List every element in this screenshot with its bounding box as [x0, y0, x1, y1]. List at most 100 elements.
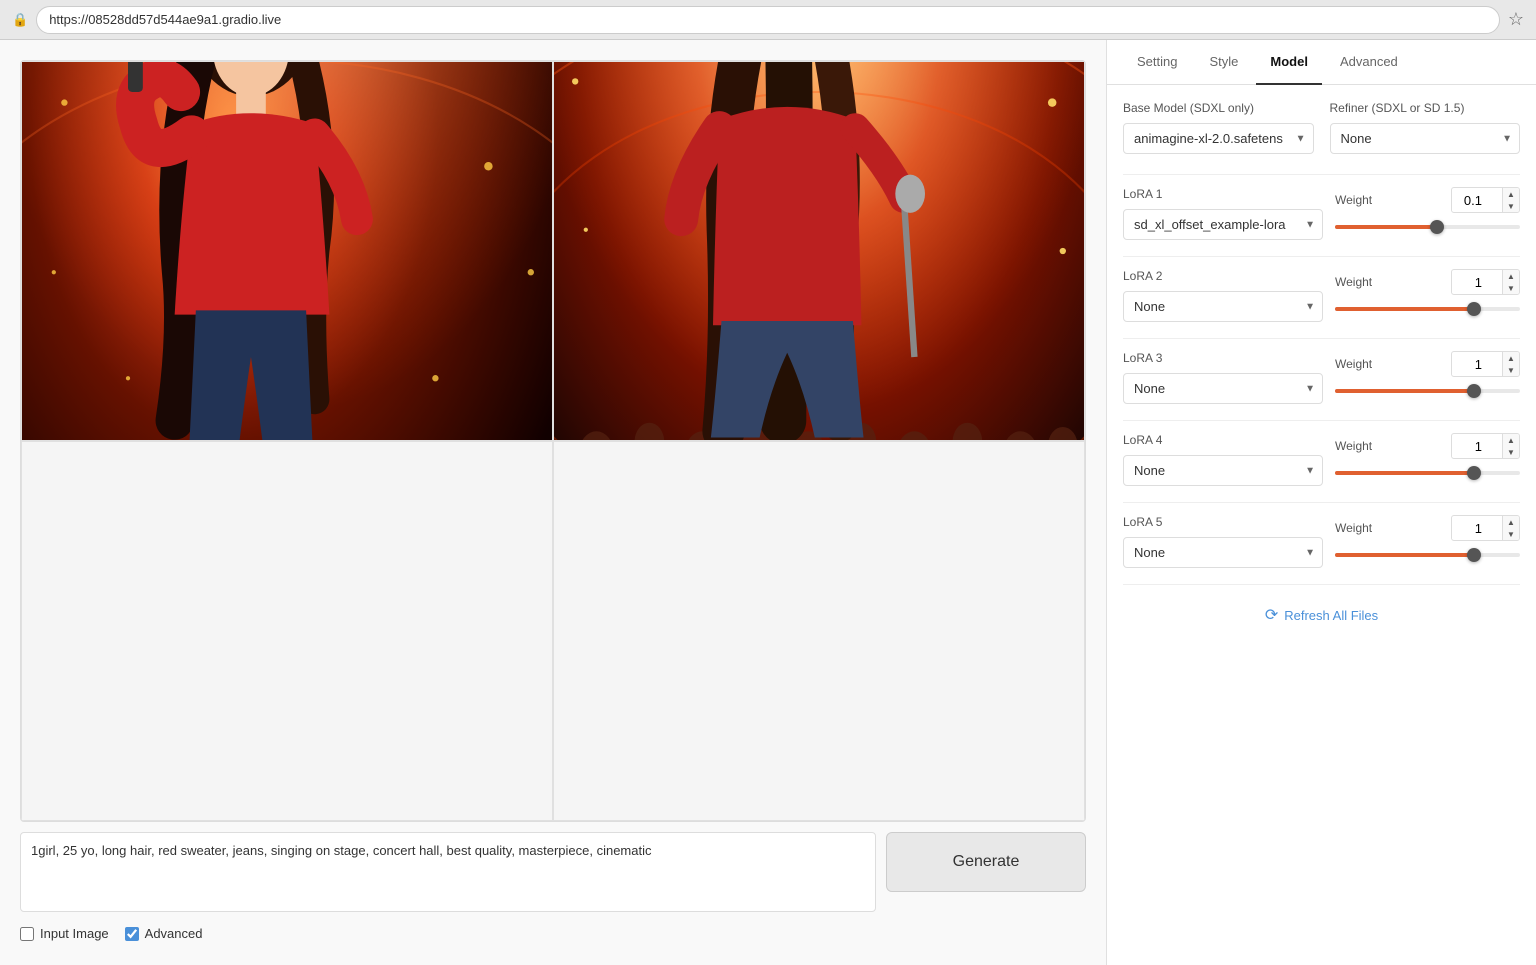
- base-model-section: Base Model (SDXL only) animagine-xl-2.0.…: [1123, 101, 1314, 154]
- slider-fill-5: [1335, 553, 1474, 557]
- weight-down-3[interactable]: ▼: [1503, 364, 1519, 376]
- weight-input-wrapper-5[interactable]: ▲ ▼: [1451, 515, 1520, 541]
- model-refiner-row: Base Model (SDXL only) animagine-xl-2.0.…: [1123, 101, 1520, 154]
- lora-4-select[interactable]: None: [1123, 455, 1323, 486]
- divider-bottom: [1123, 584, 1520, 585]
- image-cell-3: [21, 441, 553, 821]
- lora-left-1: LoRA 1 sd_xl_offset_example-lora: [1123, 187, 1323, 240]
- lora-2-select[interactable]: None: [1123, 291, 1323, 322]
- lock-icon: 🔒: [12, 12, 28, 28]
- lora-divider-4: [1123, 502, 1520, 503]
- lora-3-select-wrapper[interactable]: None: [1123, 373, 1323, 404]
- tab-model[interactable]: Model: [1256, 40, 1322, 85]
- image-cell-2: [553, 61, 1085, 441]
- weight-spinners-2: ▲ ▼: [1502, 270, 1519, 294]
- slider-container-3[interactable]: [1335, 383, 1520, 399]
- weight-label-5: Weight: [1335, 521, 1372, 535]
- refiner-select[interactable]: None: [1330, 123, 1521, 154]
- lora-right-5: Weight ▲ ▼: [1335, 515, 1520, 563]
- advanced-checkbox[interactable]: [125, 927, 139, 941]
- image-grid: [20, 60, 1086, 822]
- weight-down-2[interactable]: ▼: [1503, 282, 1519, 294]
- lora-4-select-wrapper[interactable]: None: [1123, 455, 1323, 486]
- weight-down-5[interactable]: ▼: [1503, 528, 1519, 540]
- lora-container: LoRA 1 sd_xl_offset_example-lora Weight …: [1123, 187, 1520, 568]
- weight-spinners-4: ▲ ▼: [1502, 434, 1519, 458]
- base-model-select-wrapper[interactable]: animagine-xl-2.0.safetens: [1123, 123, 1314, 154]
- lora-left-4: LoRA 4 None: [1123, 433, 1323, 486]
- tab-advanced[interactable]: Advanced: [1326, 40, 1412, 85]
- lora-4-label: LoRA 4: [1123, 433, 1323, 447]
- bookmark-icon[interactable]: ☆: [1508, 9, 1524, 30]
- weight-input-wrapper-2[interactable]: ▲ ▼: [1451, 269, 1520, 295]
- left-panel: Generate Input Image Advanced: [0, 40, 1106, 965]
- slider-thumb-2[interactable]: [1467, 302, 1481, 316]
- lora-divider-3: [1123, 420, 1520, 421]
- refiner-label: Refiner (SDXL or SD 1.5): [1330, 101, 1521, 115]
- weight-up-3[interactable]: ▲: [1503, 352, 1519, 364]
- prompt-input[interactable]: [21, 833, 875, 911]
- weight-up-1[interactable]: ▲: [1503, 188, 1519, 200]
- tabs-bar: Setting Style Model Advanced: [1107, 40, 1536, 85]
- slider-track-3: [1335, 389, 1520, 393]
- refresh-icon: ⟳: [1265, 605, 1278, 625]
- url-text: https://08528dd57d544ae9a1.gradio.live: [49, 12, 281, 27]
- slider-container-1[interactable]: [1335, 219, 1520, 235]
- generate-button[interactable]: Generate: [886, 832, 1086, 892]
- weight-input-1[interactable]: [1452, 190, 1502, 211]
- browser-bar: 🔒 https://08528dd57d544ae9a1.gradio.live…: [0, 0, 1536, 40]
- slider-track-5: [1335, 553, 1520, 557]
- slider-container-4[interactable]: [1335, 465, 1520, 481]
- refiner-section: Refiner (SDXL or SD 1.5) None: [1330, 101, 1521, 154]
- lora-5-select-wrapper[interactable]: None: [1123, 537, 1323, 568]
- lora-5-select[interactable]: None: [1123, 537, 1323, 568]
- weight-input-4[interactable]: [1452, 436, 1502, 457]
- weight-input-wrapper-4[interactable]: ▲ ▼: [1451, 433, 1520, 459]
- advanced-checkbox-label[interactable]: Advanced: [125, 926, 203, 941]
- weight-label-2: Weight: [1335, 275, 1372, 289]
- lora-1-select[interactable]: sd_xl_offset_example-lora: [1123, 209, 1323, 240]
- lora-2-select-wrapper[interactable]: None: [1123, 291, 1323, 322]
- lora-5-label: LoRA 5: [1123, 515, 1323, 529]
- lora-left-5: LoRA 5 None: [1123, 515, 1323, 568]
- panel-content: Base Model (SDXL only) animagine-xl-2.0.…: [1107, 85, 1536, 965]
- slider-thumb-3[interactable]: [1467, 384, 1481, 398]
- slider-thumb-4[interactable]: [1467, 466, 1481, 480]
- weight-down-1[interactable]: ▼: [1503, 200, 1519, 212]
- image-cell-4: [553, 441, 1085, 821]
- input-image-checkbox-label[interactable]: Input Image: [20, 926, 109, 941]
- weight-input-wrapper-3[interactable]: ▲ ▼: [1451, 351, 1520, 377]
- lora-3-select[interactable]: None: [1123, 373, 1323, 404]
- refresh-button[interactable]: ⟳ Refresh All Files: [1123, 597, 1520, 633]
- weight-input-3[interactable]: [1452, 354, 1502, 375]
- slider-container-2[interactable]: [1335, 301, 1520, 317]
- tab-style[interactable]: Style: [1195, 40, 1252, 85]
- weight-down-4[interactable]: ▼: [1503, 446, 1519, 458]
- weight-up-4[interactable]: ▲: [1503, 434, 1519, 446]
- slider-thumb-1[interactable]: [1430, 220, 1444, 234]
- lora-1-select-wrapper[interactable]: sd_xl_offset_example-lora: [1123, 209, 1323, 240]
- weight-row-4: Weight ▲ ▼: [1335, 433, 1520, 459]
- refiner-select-wrapper[interactable]: None: [1330, 123, 1521, 154]
- weight-input-wrapper-1[interactable]: ▲ ▼: [1451, 187, 1520, 213]
- lora-right-1: Weight ▲ ▼: [1335, 187, 1520, 235]
- weight-input-5[interactable]: [1452, 518, 1502, 539]
- weight-up-2[interactable]: ▲: [1503, 270, 1519, 282]
- weight-spinners-3: ▲ ▼: [1502, 352, 1519, 376]
- lora-left-3: LoRA 3 None: [1123, 351, 1323, 404]
- weight-up-5[interactable]: ▲: [1503, 516, 1519, 528]
- advanced-label: Advanced: [145, 926, 203, 941]
- prompt-container[interactable]: [20, 832, 876, 912]
- slider-track-4: [1335, 471, 1520, 475]
- weight-label-4: Weight: [1335, 439, 1372, 453]
- slider-container-5[interactable]: [1335, 547, 1520, 563]
- slider-thumb-5[interactable]: [1467, 548, 1481, 562]
- lora-row-3: LoRA 3 None Weight ▲ ▼: [1123, 351, 1520, 404]
- weight-row-2: Weight ▲ ▼: [1335, 269, 1520, 295]
- url-bar[interactable]: https://08528dd57d544ae9a1.gradio.live: [36, 6, 1500, 34]
- weight-input-2[interactable]: [1452, 272, 1502, 293]
- input-image-checkbox[interactable]: [20, 927, 34, 941]
- tab-setting[interactable]: Setting: [1123, 40, 1191, 85]
- divider-1: [1123, 174, 1520, 175]
- base-model-select[interactable]: animagine-xl-2.0.safetens: [1123, 123, 1314, 154]
